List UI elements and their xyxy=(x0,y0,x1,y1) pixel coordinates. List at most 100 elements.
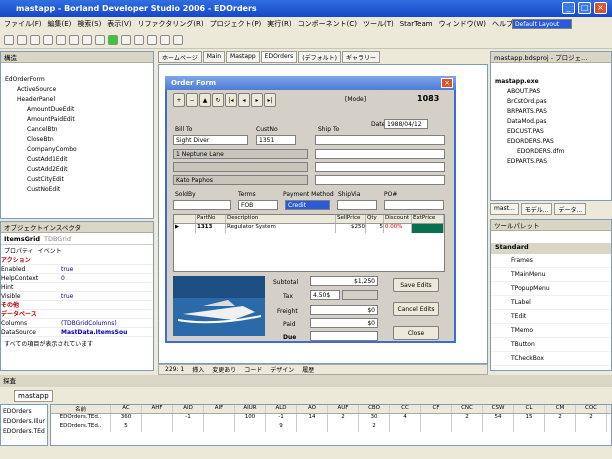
ship-to-field[interactable] xyxy=(315,135,445,145)
prop-row[interactable]: Hint xyxy=(1,283,153,292)
save-icon[interactable] xyxy=(17,34,27,45)
soldby-combo[interactable] xyxy=(173,200,231,210)
remove-icon[interactable] xyxy=(69,34,79,45)
save-all-icon[interactable] xyxy=(30,34,40,45)
col-description[interactable]: Description xyxy=(226,215,336,223)
address2-field[interactable] xyxy=(173,162,308,172)
cancel-edits-button[interactable]: Cancel Edits xyxy=(393,302,439,316)
tree-node[interactable]: CustAdd1Edit xyxy=(5,155,153,165)
tab-data[interactable]: データ... xyxy=(554,203,587,215)
menu-run[interactable]: 実行(R) xyxy=(267,19,291,29)
tree-node[interactable]: EDORDERS.dfm xyxy=(495,147,611,157)
tab-code[interactable]: コード xyxy=(244,365,262,374)
tree-node[interactable]: ABOUT.PAS xyxy=(495,87,611,97)
menu-project[interactable]: プロジェクト(P) xyxy=(210,19,262,29)
inspector-selected[interactable]: ItemsGrid xyxy=(4,235,40,243)
tree-node[interactable]: EDOrders.Illum\class xyxy=(3,417,45,427)
menu-tools[interactable]: ツール(T) xyxy=(363,19,394,29)
tree-node[interactable]: BRPARTS.PAS xyxy=(495,107,611,117)
view-icon[interactable] xyxy=(95,34,105,45)
menu-view[interactable]: 表示(V) xyxy=(107,19,131,29)
tree-node[interactable]: EdOrderForm xyxy=(5,75,153,85)
terms-combo[interactable]: FOB xyxy=(238,200,278,210)
tab-project[interactable]: mast... xyxy=(490,203,519,215)
tab-main[interactable]: Main xyxy=(202,51,226,63)
nav-edit-icon[interactable]: ▲ xyxy=(199,93,211,107)
nav-refresh-icon[interactable]: ↻ xyxy=(212,93,224,107)
ship-address2-field[interactable] xyxy=(315,162,445,172)
tree-node[interactable]: CancelBtn xyxy=(5,125,153,135)
col-qty[interactable]: Qty xyxy=(366,215,384,223)
tab-mastapp-bottom[interactable]: mastapp xyxy=(14,390,53,402)
trace-icon[interactable] xyxy=(147,34,157,45)
menu-search[interactable]: 検索(S) xyxy=(77,19,101,29)
prop-row[interactable]: その他 xyxy=(1,301,153,310)
prop-row[interactable]: データベース xyxy=(1,310,153,319)
palette-item[interactable]: TLabel xyxy=(491,296,611,310)
prop-row[interactable]: Enabled true xyxy=(1,265,153,274)
table-row[interactable]: EDOrders.TEd.. 5 9 2 xyxy=(51,423,611,432)
minimize-button[interactable]: _ xyxy=(562,2,575,14)
tab-design[interactable]: デザイン xyxy=(270,365,294,374)
tab-events[interactable]: イベント xyxy=(38,246,62,255)
save-edits-button[interactable]: Save Edits xyxy=(393,278,439,292)
palette-item[interactable]: TPopupMenu xyxy=(491,282,611,296)
open-icon[interactable] xyxy=(4,34,14,45)
tab-history[interactable]: 履歴 xyxy=(302,365,314,374)
menu-refactor[interactable]: リファクタリング(R) xyxy=(138,19,204,29)
forward-icon[interactable] xyxy=(173,34,183,45)
tree-node[interactable]: AmountDueEdit xyxy=(5,105,153,115)
tab-model[interactable]: モデル... xyxy=(520,203,553,215)
freight-field[interactable]: $0 xyxy=(310,305,378,315)
custno-field[interactable]: 1351 xyxy=(256,135,296,145)
table-row[interactable]: ▶ 1313 Regulator System $250 5 0.00% xyxy=(174,224,444,233)
prop-row[interactable]: DataSource MastData.ItemsSou xyxy=(1,328,153,337)
tree-node[interactable]: EDCUST.PAS xyxy=(495,127,611,137)
tree-node[interactable]: EDPARTS.PAS xyxy=(495,157,611,167)
nav-last-icon[interactable]: ▸| xyxy=(264,93,276,107)
tree-node[interactable]: CustCityEdit xyxy=(5,175,153,185)
items-grid[interactable]: PartNo Description SellPrice Qty Discount Ext… xyxy=(173,214,445,272)
nav-next-icon[interactable]: ▸ xyxy=(251,93,263,107)
layout-select[interactable]: Default Layout xyxy=(512,19,572,29)
palette-item[interactable]: TMemo xyxy=(491,324,611,338)
col-discount[interactable]: Discount xyxy=(384,215,412,223)
new-icon[interactable] xyxy=(43,34,53,45)
palette-category[interactable]: Standard xyxy=(491,243,611,254)
nav-prior-icon[interactable]: ◂ xyxy=(238,93,250,107)
tab-welcome[interactable]: ホームページ xyxy=(158,51,202,63)
city-field[interactable]: Kato Paphos xyxy=(173,175,308,185)
prop-row[interactable]: Visible true xyxy=(1,292,153,301)
palette-item[interactable]: TCheckBox xyxy=(491,352,611,366)
col-sellprice[interactable]: SellPrice xyxy=(336,215,366,223)
tree-node[interactable]: CustNoEdit xyxy=(5,185,153,195)
tree-node[interactable]: CloseBtn xyxy=(5,135,153,145)
ship-address-field[interactable] xyxy=(315,149,445,159)
form-close-icon[interactable]: × xyxy=(441,78,453,88)
tree-node[interactable]: DataMod.pas xyxy=(495,117,611,127)
metrics-grid[interactable]: 名前 AC AHF AID AIF AIUR ALD AO AUF CBO CC CF CNC CSW CL… xyxy=(50,404,612,446)
close-button[interactable]: Close xyxy=(393,326,439,340)
tree-node[interactable]: mastapp.exe xyxy=(495,77,611,87)
company-combo[interactable]: Sight Diver xyxy=(173,135,248,145)
payment-combo[interactable]: Credit xyxy=(285,200,330,210)
po-field[interactable] xyxy=(384,200,444,210)
col-partno[interactable]: PartNo xyxy=(196,215,226,223)
tree-node[interactable]: BrCstOrd.pas xyxy=(495,97,611,107)
prop-row[interactable]: HelpContext 0 xyxy=(1,274,153,283)
palette-item[interactable]: TButton xyxy=(491,338,611,352)
tree-node[interactable]: ActiveSource xyxy=(5,85,153,95)
tab-properties[interactable]: プロパティ xyxy=(4,246,34,255)
nav-delete-icon[interactable]: − xyxy=(186,93,198,107)
palette-item[interactable]: Frames xyxy=(491,254,611,268)
tree-node[interactable]: EDOrders.TEdOrderForm xyxy=(3,427,45,437)
palette-item[interactable]: TMainMenu xyxy=(491,268,611,282)
toggle-icon[interactable] xyxy=(82,34,92,45)
nav-first-icon[interactable]: |◂ xyxy=(225,93,237,107)
menu-component[interactable]: コンポーネント(C) xyxy=(298,19,357,29)
tax-field[interactable]: 4.50$ xyxy=(310,290,340,300)
menu-window[interactable]: ウィンドウ(W) xyxy=(439,19,486,29)
tree-node[interactable]: CustAdd2Edit xyxy=(5,165,153,175)
col-extprice[interactable]: ExtPrice xyxy=(412,215,444,223)
prop-row[interactable]: Columns (TDBGridColumns) xyxy=(1,319,153,328)
